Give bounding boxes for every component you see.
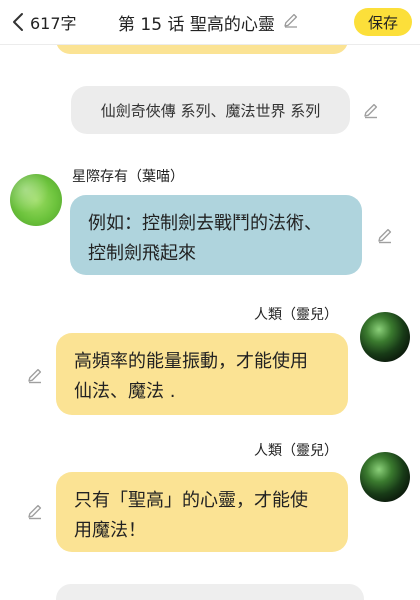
speaker-name: 星際存有（葉喵） [72,169,184,185]
chevron-left-icon [12,12,24,32]
message-line: 高頻率的能量振動，才能使用 [74,351,308,372]
message-line: 仙法、魔法 . [74,381,176,402]
message-bubble-blue[interactable]: 例如：控制劍去戰鬥的法術、 控制劍飛起來 [70,195,362,275]
avatar-orb[interactable] [360,452,410,502]
message-line: 例如：控制劍去戰鬥的法術、 [88,213,322,234]
save-button[interactable]: 保存 [354,8,412,36]
avatar-orb[interactable] [360,312,410,362]
narration-text: 仙劍奇俠傳 系列、魔法世界 系列 [100,101,321,120]
message-bubble-yellow[interactable]: 只有「聖高」的心靈，才能使 用魔法！ [56,472,348,552]
back-button[interactable]: 617字 [12,8,77,36]
avatar-leaf[interactable] [10,174,62,226]
message-bubble-yellow[interactable]: 高頻率的能量振動，才能使用 仙法、魔法 . [56,333,348,415]
edit-title-pencil-icon[interactable] [283,12,299,32]
chat-editor-page: 617字 第 15 话 聖高的心靈 保存 仙劍奇俠傳 系列、魔法世界 系列 星際… [0,0,420,600]
message-line: 控制劍飛起來 [88,243,196,264]
speaker-name: 人類（靈兒） [254,307,338,323]
next-message-bubble[interactable] [56,584,364,600]
edit-message-pencil-icon[interactable] [26,366,44,384]
chapter-title: 第 15 话 聖高的心靈 [118,14,275,35]
edit-message-pencil-icon[interactable] [376,226,394,244]
word-count: 617字 [30,14,77,33]
narration-bubble[interactable]: 仙劍奇俠傳 系列、魔法世界 系列 [71,86,350,134]
edit-narration-pencil-icon[interactable] [362,101,380,119]
edit-message-pencil-icon[interactable] [26,502,44,520]
message-line: 用魔法！ [74,520,146,541]
top-bar: 617字 第 15 话 聖高的心靈 保存 [0,0,420,45]
chapter-title-area: 第 15 话 聖高的心靈 [118,8,299,36]
speaker-name: 人類（靈兒） [254,443,338,459]
message-line: 只有「聖高」的心靈，才能使 [74,490,308,511]
